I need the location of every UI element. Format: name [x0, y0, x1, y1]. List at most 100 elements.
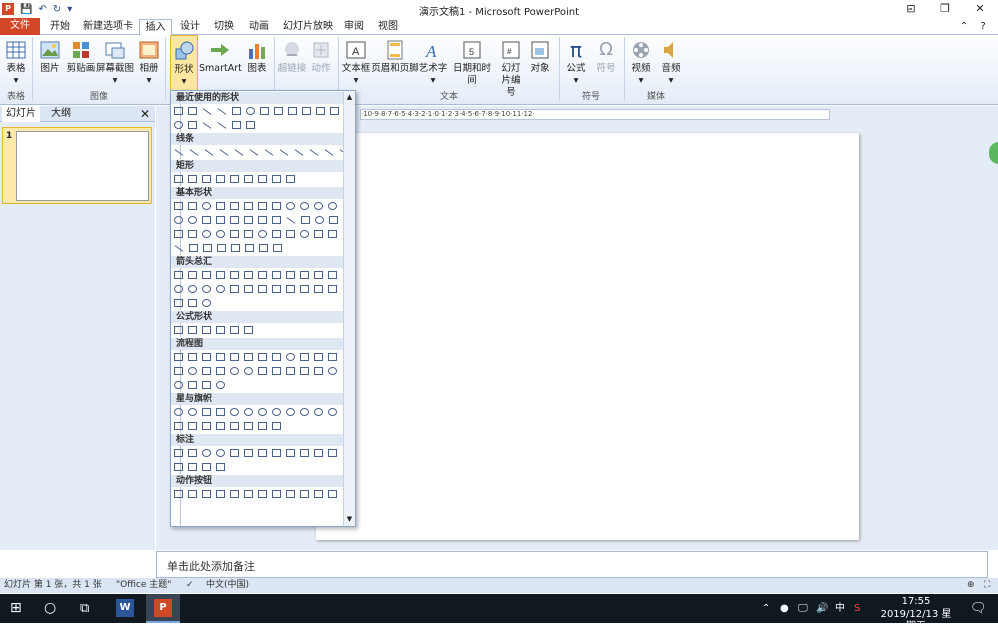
- shape-row[interactable]: [171, 487, 344, 501]
- network-icon[interactable]: 🖵: [798, 594, 808, 623]
- hyperlink-button[interactable]: 超链接: [276, 35, 308, 91]
- equation-button[interactable]: π 公式 ▾: [562, 35, 590, 91]
- save-icon[interactable]: 💾: [20, 4, 32, 15]
- slide-canvas[interactable]: [316, 133, 859, 540]
- slide-thumbnail[interactable]: 1: [2, 127, 152, 204]
- ime-indicator[interactable]: 中: [835, 594, 845, 623]
- volume-icon[interactable]: 🔊: [816, 594, 828, 623]
- shape-row[interactable]: [171, 227, 344, 241]
- shape-row[interactable]: [171, 172, 344, 186]
- datetime-button[interactable]: 5 日期和时间: [449, 35, 495, 91]
- divider: [624, 37, 625, 101]
- help-icon[interactable]: ?: [974, 19, 992, 35]
- textbox-button[interactable]: A 文本框 ▾: [341, 35, 371, 91]
- smartart-button[interactable]: SmartArt: [199, 35, 242, 91]
- shape-row[interactable]: [171, 446, 344, 460]
- textbox-icon: A: [345, 39, 367, 61]
- svg-text:#: #: [507, 47, 512, 56]
- shape-row[interactable]: [171, 268, 344, 282]
- left-panel-tabs: 幻灯片 大纲 ✕: [0, 106, 155, 122]
- shapes-button[interactable]: 形状 ▾: [170, 35, 198, 91]
- language-text[interactable]: 中文(中国): [206, 578, 249, 593]
- tab-outline[interactable]: 大纲: [46, 106, 76, 122]
- table-button[interactable]: 表格 ▾: [2, 35, 30, 91]
- tab-review[interactable]: 审阅: [340, 19, 368, 35]
- svg-text:5: 5: [469, 47, 474, 57]
- tab-slideshow[interactable]: 幻灯片放映: [282, 19, 334, 35]
- tab-slides[interactable]: 幻灯片: [2, 106, 40, 122]
- tab-transitions[interactable]: 切换: [210, 19, 238, 35]
- search-icon[interactable]: ○: [44, 594, 56, 623]
- clock-date[interactable]: 2019/12/13 星期五: [876, 609, 956, 632]
- shape-row[interactable]: [171, 282, 344, 296]
- powerpoint-app-icon[interactable]: P: [154, 599, 172, 617]
- clipart-button[interactable]: 剪贴画: [66, 35, 96, 91]
- tab-file[interactable]: 文件: [0, 18, 40, 35]
- scroll-down-icon[interactable]: ▼: [345, 515, 354, 524]
- tab-home[interactable]: 开始: [46, 19, 74, 35]
- clipart-icon: [70, 39, 92, 61]
- status-bar: 幻灯片 第 1 张，共 1 张 "Office 主题" ✓ 中文(中国) ⊕ ⛶: [0, 578, 998, 593]
- action-button[interactable]: 动作: [308, 35, 334, 91]
- shape-row[interactable]: [171, 405, 344, 419]
- speaker-icon: [660, 39, 682, 61]
- scroll-up-icon[interactable]: ▲: [345, 93, 354, 102]
- customize-toolbar-icon[interactable]: ▾: [67, 4, 72, 15]
- album-button[interactable]: 相册 ▾: [136, 35, 162, 91]
- group-label-tables: 表格: [6, 92, 25, 102]
- picture-button[interactable]: 图片: [36, 35, 64, 91]
- antivirus-icon[interactable]: S: [854, 594, 860, 623]
- collapse-ribbon-icon[interactable]: ⌃: [955, 19, 973, 35]
- minimize-button[interactable]: –: [895, 0, 925, 18]
- shape-row[interactable]: [171, 118, 344, 132]
- section-callouts: 标注: [171, 433, 344, 446]
- shapes-icon: [173, 40, 195, 62]
- notes-pane[interactable]: 单击此处添加备注: [156, 551, 988, 578]
- close-button[interactable]: ✕: [965, 0, 995, 18]
- notifications-icon[interactable]: 🗨: [970, 594, 987, 623]
- tab-insert[interactable]: 插入: [139, 19, 172, 36]
- shape-row[interactable]: [171, 145, 344, 159]
- clock-time[interactable]: 17:55: [876, 596, 956, 608]
- gallery-scrollbar[interactable]: ▲ ▼: [343, 91, 355, 526]
- zoom-in-icon[interactable]: ⊕: [967, 578, 975, 593]
- audio-button[interactable]: 音频 ▾: [657, 35, 685, 91]
- symbol-button[interactable]: Ω 符号: [592, 35, 620, 91]
- close-panel-icon[interactable]: ✕: [138, 106, 152, 122]
- shape-row[interactable]: [171, 364, 344, 378]
- shape-row[interactable]: [171, 199, 344, 213]
- tray-app-icon[interactable]: ●: [780, 594, 789, 623]
- object-icon: [529, 39, 551, 61]
- undo-icon[interactable]: ↶: [38, 4, 46, 15]
- wordart-button[interactable]: A 艺术字 ▾: [418, 35, 448, 91]
- shape-row[interactable]: [171, 460, 344, 474]
- maximize-button[interactable]: ❐: [930, 0, 960, 18]
- video-button[interactable]: 视频 ▾: [627, 35, 655, 91]
- redo-icon[interactable]: ↻: [53, 4, 61, 15]
- shape-row[interactable]: [171, 104, 344, 118]
- fit-slide-icon[interactable]: ⛶: [984, 578, 990, 593]
- tray-expand-icon[interactable]: ⌃: [762, 594, 770, 623]
- slide-number-button[interactable]: # 幻灯 片编号: [497, 35, 525, 98]
- slide-number-icon: #: [500, 39, 522, 61]
- object-button[interactable]: 对象: [527, 35, 553, 91]
- shape-row[interactable]: [171, 350, 344, 364]
- screenshot-button[interactable]: 屏幕截图 ▾: [96, 35, 134, 91]
- tab-animations[interactable]: 动画: [245, 19, 273, 35]
- header-footer-button[interactable]: 页眉和页脚: [371, 35, 419, 91]
- windows-start-icon[interactable]: ⊞: [10, 594, 22, 623]
- tab-new[interactable]: 新建选项卡: [80, 19, 136, 35]
- shape-row[interactable]: [171, 213, 344, 227]
- word-app-icon[interactable]: W: [116, 599, 134, 617]
- shape-row[interactable]: [171, 323, 344, 337]
- tab-view[interactable]: 视图: [374, 19, 402, 35]
- chart-button[interactable]: 图表: [243, 35, 271, 91]
- shape-row[interactable]: [171, 378, 344, 392]
- shape-row[interactable]: [171, 419, 344, 433]
- tab-design[interactable]: 设计: [176, 19, 204, 35]
- spellcheck-icon[interactable]: ✓: [186, 578, 194, 593]
- shape-row[interactable]: [171, 296, 344, 310]
- side-plugin-icon[interactable]: [989, 142, 998, 164]
- shape-row[interactable]: [171, 241, 344, 255]
- task-view-icon[interactable]: ⧉: [80, 594, 89, 623]
